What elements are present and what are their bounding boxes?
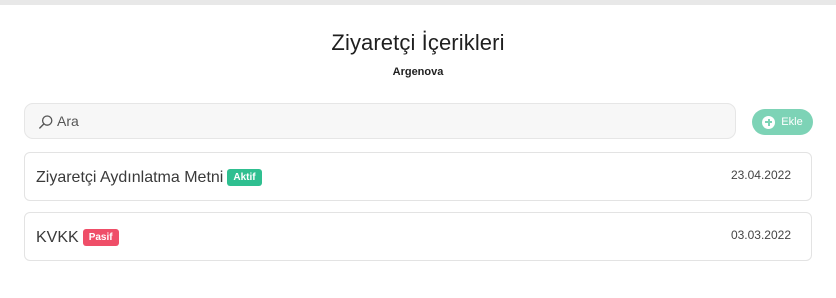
item-title: Ziyaretçi Aydınlatma Metni: [36, 169, 224, 186]
search-input[interactable]: [57, 104, 717, 138]
item-title: KVKK: [36, 229, 79, 246]
list-item[interactable]: Ziyaretçi Aydınlatma Metni Aktif 23.04.20…: [24, 152, 812, 201]
page-subtitle: Argenova: [392, 66, 444, 78]
add-button[interactable]: Ekle: [752, 109, 813, 135]
add-button-label: Ekle: [781, 116, 803, 128]
top-divider: [0, 0, 836, 5]
status-badge: Pasif: [82, 229, 119, 246]
search-icon: [38, 114, 54, 130]
status-badge: Aktif: [227, 169, 262, 186]
page-title: Ziyaretçi İçerikleri: [331, 30, 505, 55]
search-box[interactable]: [24, 103, 736, 139]
list-item[interactable]: KVKK Pasif 03.03.2022: [24, 212, 812, 261]
item-date: 03.03.2022: [730, 228, 791, 242]
plus-circle-icon: [762, 115, 776, 129]
item-date: 23.04.2022: [730, 168, 791, 182]
